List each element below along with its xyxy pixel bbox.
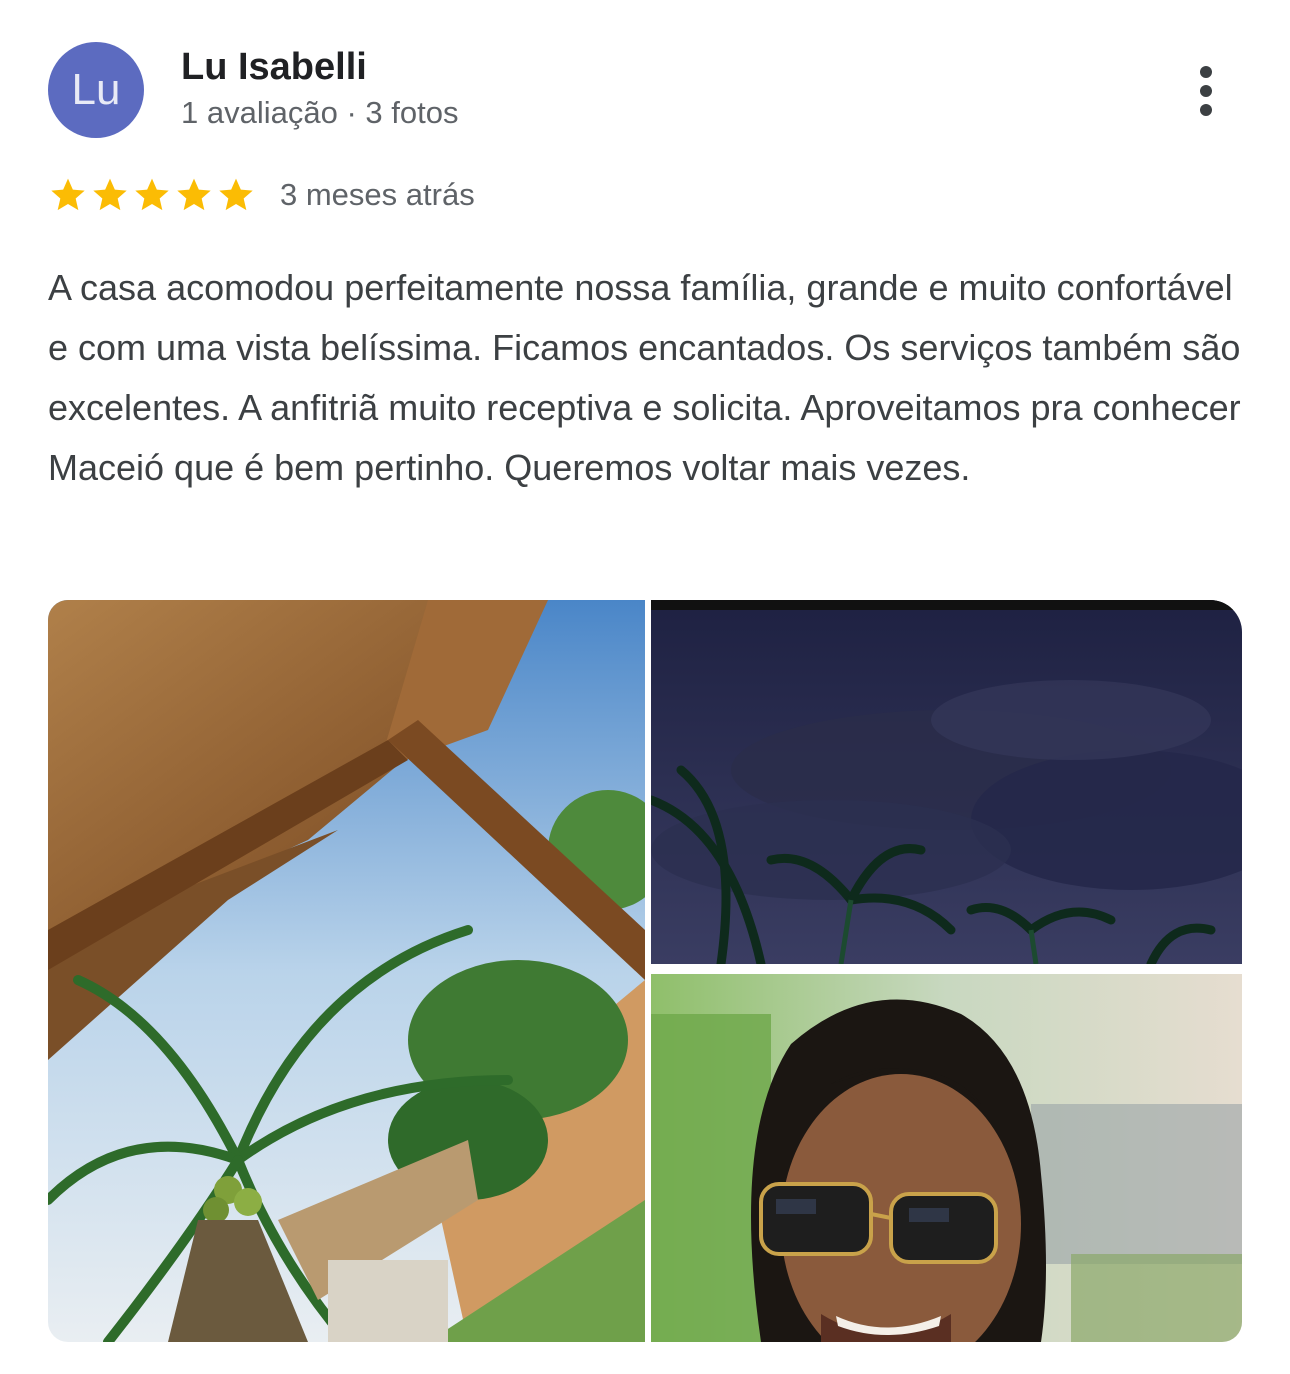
- star-icon: [51, 178, 85, 211]
- rating-row: 3 meses atrás: [48, 172, 475, 218]
- avatar-initials: Lu: [71, 65, 121, 114]
- photo-thatched-roof-image: [48, 600, 645, 1342]
- review-card: Lu Lu Isabelli 1 avaliação · 3 fotos 3 m…: [0, 0, 1290, 1374]
- reviewer-name[interactable]: Lu Isabelli: [181, 46, 367, 89]
- reviewer-meta: 1 avaliação · 3 fotos: [181, 95, 459, 130]
- review-date: 3 meses atrás: [280, 177, 475, 212]
- review-photo-thatched-roof[interactable]: [48, 600, 645, 1342]
- star-icon: [219, 178, 253, 211]
- more-vert-icon-dot: [1200, 104, 1212, 116]
- more-vert-icon-dot: [1200, 85, 1212, 97]
- star-icon: [135, 178, 169, 211]
- review-photo-selfie[interactable]: [651, 974, 1242, 1342]
- star-rating: [48, 175, 256, 215]
- photo-gallery: [48, 600, 1242, 1342]
- review-text: A casa acomodou perfeitamente nossa famí…: [48, 267, 1241, 488]
- photo-selfie-image: [651, 974, 1242, 1342]
- more-vert-icon: [1200, 66, 1212, 78]
- photo-night-sky-image: [651, 600, 1242, 964]
- avatar[interactable]: Lu: [48, 42, 144, 138]
- star-icon: [177, 178, 211, 211]
- star-icon: [93, 178, 127, 211]
- more-options-button[interactable]: [1182, 60, 1230, 122]
- review-photo-night-sky[interactable]: [651, 600, 1242, 964]
